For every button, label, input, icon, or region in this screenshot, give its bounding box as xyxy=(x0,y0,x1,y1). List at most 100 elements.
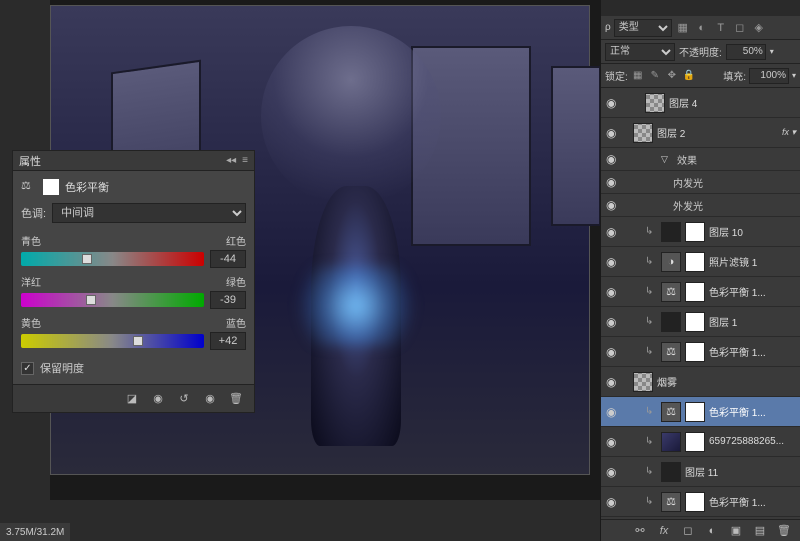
new-group-icon[interactable]: ▣ xyxy=(728,523,744,539)
visibility-toggle-icon[interactable]: ◉ xyxy=(606,345,620,359)
fx-badge[interactable]: fx ▾ xyxy=(782,127,796,138)
filter-kind-select[interactable]: 类型 xyxy=(614,19,672,37)
panel-collapse-icon[interactable]: ◂◂ xyxy=(226,155,236,166)
visibility-toggle-icon[interactable]: ◉ xyxy=(606,152,620,166)
visibility-toggle-icon[interactable]: ◉ xyxy=(606,465,620,479)
opacity-input[interactable] xyxy=(726,44,766,60)
layer-row[interactable]: ◉ ↳ ⚖ 色彩平衡 1... xyxy=(601,277,800,307)
layer-mask-thumbnail[interactable] xyxy=(685,282,705,302)
color-balance-slider[interactable] xyxy=(21,252,204,266)
layer-row[interactable]: ◉ 图层 4 xyxy=(601,88,800,118)
layer-thumbnail[interactable] xyxy=(661,462,681,482)
layer-name[interactable]: 图层 11 xyxy=(685,464,718,479)
layer-mask-thumbnail[interactable] xyxy=(685,312,705,332)
layer-thumbnail[interactable] xyxy=(661,432,681,452)
layer-thumbnail[interactable] xyxy=(645,93,665,113)
layers-list[interactable]: ◉ 图层 4 ◉ 图层 2 fx ▾ ◉ ▽ 效果 ◉ 内发光 ◉ xyxy=(601,88,800,519)
layer-mask-thumbnail[interactable] xyxy=(685,432,705,452)
color-balance-slider[interactable] xyxy=(21,334,204,348)
blend-mode-select[interactable]: 正常 xyxy=(605,43,675,61)
layer-row[interactable]: ◉ ↳ 图层 11 xyxy=(601,457,800,487)
layer-name[interactable]: 图层 2 xyxy=(657,125,685,140)
visibility-toggle-icon[interactable]: ◉ xyxy=(606,435,620,449)
visibility-toggle-icon[interactable]: ◉ xyxy=(606,96,620,110)
tone-select[interactable]: 中间调 xyxy=(52,203,246,223)
view-previous-icon[interactable]: ◉ xyxy=(150,391,166,407)
color-balance-slider[interactable] xyxy=(21,293,204,307)
layer-mask-thumbnail[interactable] xyxy=(685,252,705,272)
slider-value-input[interactable] xyxy=(210,332,246,350)
layer-row[interactable]: ◉ ↳ ⚖ 色彩平衡 1... xyxy=(601,397,800,427)
filter-type-icon[interactable]: T xyxy=(713,20,729,36)
adjustment-type-icon: ◑ xyxy=(661,252,681,272)
visibility-toggle-icon[interactable]: ◉ xyxy=(606,126,620,140)
slider-value-input[interactable] xyxy=(210,250,246,268)
visibility-toggle-icon[interactable]: ◉ xyxy=(606,255,620,269)
lock-position-icon[interactable]: ✥ xyxy=(665,69,679,83)
layer-name[interactable]: 659725888265... xyxy=(709,436,784,447)
fill-input[interactable] xyxy=(749,68,789,84)
visibility-toggle-icon[interactable]: ◉ xyxy=(606,225,620,239)
visibility-toggle-icon[interactable]: ◉ xyxy=(606,198,620,212)
filter-smart-icon[interactable]: ◈ xyxy=(751,20,767,36)
layer-thumbnail[interactable] xyxy=(633,372,653,392)
layer-mask-thumbnail[interactable] xyxy=(685,492,705,512)
layer-row[interactable]: ◉ 烟雾 xyxy=(601,367,800,397)
slider-value-input[interactable] xyxy=(210,291,246,309)
layer-name[interactable]: 色彩平衡 1... xyxy=(709,404,766,419)
delete-adjustment-icon[interactable]: 🗑 xyxy=(228,391,244,407)
layer-mask-thumbnail[interactable] xyxy=(685,342,705,362)
layer-thumbnail[interactable] xyxy=(661,312,681,332)
layer-name[interactable]: 色彩平衡 1... xyxy=(709,284,766,299)
properties-title: 属性 xyxy=(19,153,226,169)
layer-row[interactable]: ◉ ↳ ⚖ 色彩平衡 1... xyxy=(601,337,800,367)
layer-name[interactable]: 图层 4 xyxy=(669,95,697,110)
visibility-toggle-icon[interactable]: ◉ xyxy=(606,285,620,299)
visibility-toggle-icon[interactable]: ◉ xyxy=(606,315,620,329)
layer-fx-icon[interactable]: fx xyxy=(656,523,672,539)
visibility-toggle-icon[interactable]: ◉ xyxy=(606,375,620,389)
filter-pixel-icon[interactable]: ▦ xyxy=(675,20,691,36)
layer-row[interactable]: ◉ ↳ 图层 1 xyxy=(601,307,800,337)
layer-thumbnail[interactable] xyxy=(633,123,653,143)
filter-shape-icon[interactable]: ◻ xyxy=(732,20,748,36)
lock-transparency-icon[interactable]: ▦ xyxy=(631,69,645,83)
opacity-dropdown-icon[interactable]: ▾ xyxy=(770,47,774,56)
toggle-visibility-icon[interactable]: ◉ xyxy=(202,391,218,407)
fill-dropdown-icon[interactable]: ▾ xyxy=(792,71,796,80)
layer-name[interactable]: 色彩平衡 1... xyxy=(709,344,766,359)
layer-mask-thumbnail[interactable] xyxy=(685,402,705,422)
layer-row[interactable]: ◉ ↳ ◑ 照片滤镜 1 xyxy=(601,247,800,277)
new-adjustment-icon[interactable]: ◐ xyxy=(704,523,720,539)
mask-thumb-icon[interactable] xyxy=(43,179,59,195)
layer-row[interactable]: ◉ ↳ ⚖ 色彩平衡 1... xyxy=(601,487,800,517)
visibility-toggle-icon[interactable]: ◉ xyxy=(606,175,620,189)
layer-thumbnail[interactable] xyxy=(661,222,681,242)
layer-effect-row[interactable]: ◉ 内发光 xyxy=(601,171,800,194)
clip-to-layer-icon[interactable]: ◪ xyxy=(124,391,140,407)
visibility-toggle-icon[interactable]: ◉ xyxy=(606,495,620,509)
layer-effect-row[interactable]: ◉ ▽ 效果 xyxy=(601,148,800,171)
lock-pixels-icon[interactable]: ✎ xyxy=(648,69,662,83)
layer-mask-icon[interactable]: ◻ xyxy=(680,523,696,539)
layer-effect-row[interactable]: ◉ 外发光 xyxy=(601,194,800,217)
new-layer-icon[interactable]: ▤ xyxy=(752,523,768,539)
reset-icon[interactable]: ↺ xyxy=(176,391,192,407)
layer-row[interactable]: ◉ ↳ 659725888265... xyxy=(601,427,800,457)
preserve-luminosity-checkbox[interactable]: ✓ xyxy=(21,362,34,375)
layer-name[interactable]: 色彩平衡 1... xyxy=(709,494,766,509)
link-layers-icon[interactable]: ⚯ xyxy=(632,523,648,539)
layer-name[interactable]: 照片滤镜 1 xyxy=(709,254,757,269)
layer-row[interactable]: ◉ ↳ 图层 10 xyxy=(601,217,800,247)
visibility-toggle-icon[interactable]: ◉ xyxy=(606,405,620,419)
layer-mask-thumbnail[interactable] xyxy=(685,222,705,242)
panel-menu-icon[interactable]: ≡ xyxy=(242,155,248,166)
layer-row[interactable]: ◉ 图层 2 fx ▾ xyxy=(601,118,800,148)
disclosure-icon[interactable]: ▽ xyxy=(661,154,671,165)
layer-name[interactable]: 图层 1 xyxy=(709,314,737,329)
lock-all-icon[interactable]: 🔒 xyxy=(682,69,696,83)
delete-layer-icon[interactable]: 🗑 xyxy=(776,523,792,539)
filter-adjustment-icon[interactable]: ◐ xyxy=(694,20,710,36)
layer-name[interactable]: 图层 10 xyxy=(709,224,743,239)
layer-name[interactable]: 烟雾 xyxy=(657,374,677,389)
